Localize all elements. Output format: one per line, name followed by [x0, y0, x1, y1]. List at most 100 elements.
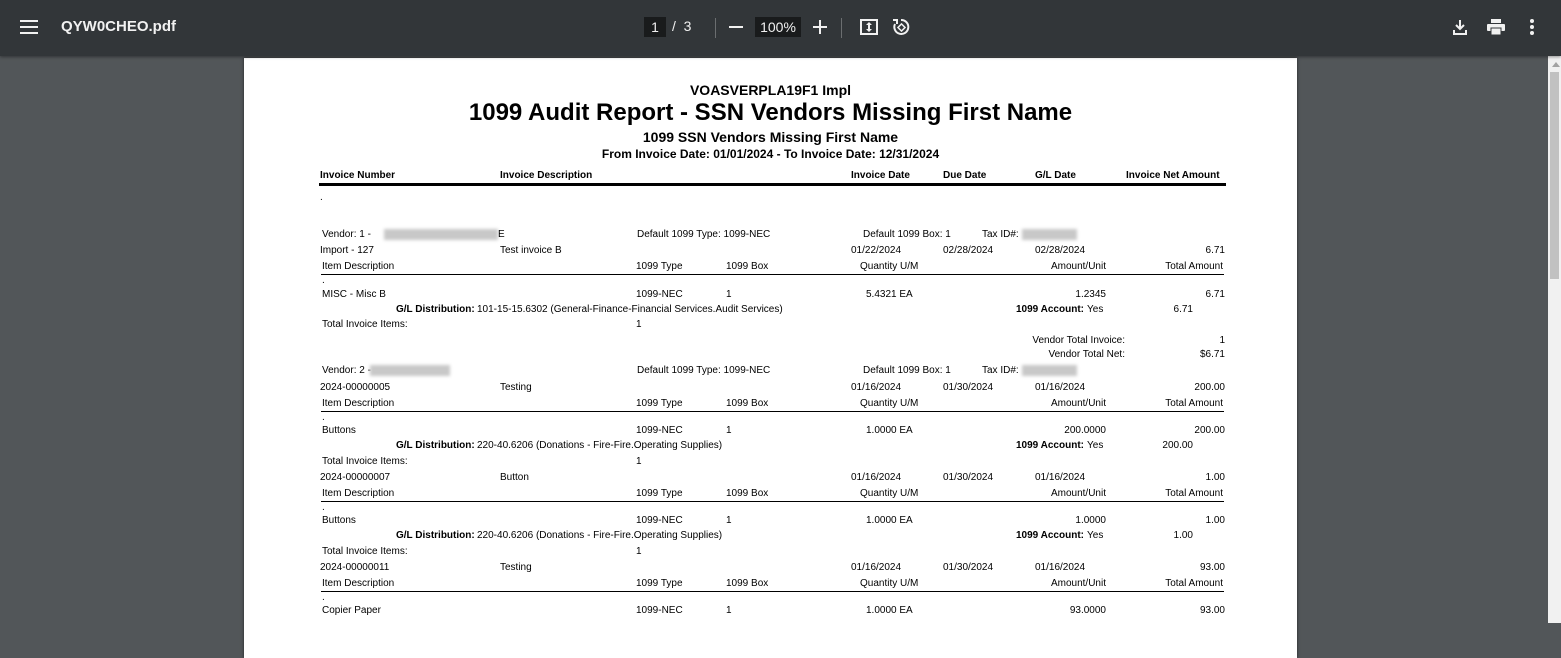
- dot-marker: .: [322, 275, 325, 286]
- col-invoice-date: Invoice Date: [851, 170, 910, 181]
- due-date: 01/30/2024: [943, 562, 994, 573]
- tax-id-label: Tax ID#:: [982, 229, 1019, 240]
- tax-id-label: Tax ID#:: [982, 365, 1019, 376]
- page-number-input[interactable]: 1: [644, 17, 666, 37]
- item-description: Buttons: [322, 515, 356, 526]
- toolbar-divider: [715, 18, 716, 38]
- header-rule: [319, 183, 1226, 186]
- item-total: 200.00: [1194, 425, 1225, 436]
- total-items-label: Total Invoice Items:: [322, 456, 408, 467]
- item-col-type: 1099 Type: [636, 398, 683, 409]
- item-col-amount-unit: Amount/Unit: [1050, 578, 1106, 589]
- zoom-in-button[interactable]: [806, 13, 834, 41]
- item-description: MISC - Misc B: [322, 289, 386, 300]
- more-options-icon[interactable]: [1518, 13, 1546, 41]
- item-col-description: Item Description: [322, 488, 395, 499]
- default-1099-type: Default 1099 Type: 1099-NEC: [637, 365, 771, 376]
- gl-date: 02/28/2024: [1035, 245, 1086, 256]
- due-date: 01/30/2024: [943, 382, 994, 393]
- item-quantity: 1.0000 EA: [866, 605, 913, 616]
- item-quantity: 5.4321 EA: [866, 289, 913, 300]
- report-title: 1099 Audit Report - SSN Vendors Missing …: [468, 99, 1073, 126]
- item-col-type: 1099 Type: [636, 488, 683, 499]
- document-title: QYW0CHEO.pdf: [61, 18, 176, 35]
- item-total: 1.00: [1205, 515, 1225, 526]
- dot-marker: .: [322, 412, 325, 423]
- dot-marker: .: [322, 592, 325, 603]
- zoom-out-button[interactable]: [722, 13, 750, 41]
- default-1099-box: Default 1099 Box: 1: [863, 229, 951, 240]
- invoice-date: 01/16/2024: [851, 562, 902, 573]
- item-col-quantity: Quantity U/M: [860, 578, 919, 589]
- item-description: Buttons: [322, 425, 356, 436]
- gl-date: 01/16/2024: [1035, 472, 1086, 483]
- account-1099-value: Yes: [1087, 440, 1104, 451]
- account-1099-amount: 6.71: [1173, 304, 1193, 315]
- item-box: 1: [726, 515, 732, 526]
- item-col-box: 1099 Box: [726, 261, 769, 272]
- item-rule: [321, 591, 1224, 592]
- item-col-amount-unit: Amount/Unit: [1050, 261, 1106, 272]
- item-col-total: Total Amount: [1165, 578, 1223, 589]
- item-col-box: 1099 Box: [726, 578, 769, 589]
- item-col-amount-unit: Amount/Unit: [1050, 488, 1106, 499]
- vendor-total-invoice-label: Vendor Total Invoice:: [1032, 335, 1125, 346]
- item-total: 93.00: [1199, 605, 1225, 616]
- scrollbar-thumb[interactable]: [1550, 72, 1559, 279]
- item-quantity: 1.0000 EA: [866, 515, 913, 526]
- total-items-value: 1: [636, 456, 642, 467]
- total-items-value: 1: [636, 546, 642, 557]
- gl-distribution-label: G/L Distribution:: [396, 304, 475, 315]
- item-col-box: 1099 Box: [726, 398, 769, 409]
- invoice-date: 01/22/2024: [851, 245, 902, 256]
- item-col-box: 1099 Box: [726, 488, 769, 499]
- zoom-input[interactable]: 100%: [755, 17, 801, 37]
- item-amount-unit: 1.2345: [1075, 289, 1106, 300]
- gl-distribution-label: G/L Distribution:: [396, 530, 475, 541]
- invoice-number: 2024-00000007: [320, 472, 391, 483]
- item-col-total: Total Amount: [1165, 488, 1223, 499]
- account-1099-label: 1099 Account:: [1016, 440, 1084, 451]
- download-button[interactable]: [1446, 13, 1474, 41]
- due-date: 02/28/2024: [943, 245, 994, 256]
- dot-marker: .: [320, 192, 323, 203]
- vendor-total-net-value: $6.71: [1199, 349, 1225, 360]
- item-type: 1099-NEC: [636, 605, 683, 616]
- print-button[interactable]: [1482, 13, 1510, 41]
- item-rule: [321, 274, 1224, 275]
- item-col-total: Total Amount: [1165, 398, 1223, 409]
- col-gl-date: G/L Date: [1035, 170, 1076, 181]
- item-col-amount-unit: Amount/Unit: [1050, 398, 1106, 409]
- invoice-date: 01/16/2024: [851, 382, 902, 393]
- rotate-button[interactable]: [887, 13, 915, 41]
- invoice-net: 6.71: [1205, 245, 1225, 256]
- account-1099-label: 1099 Account:: [1016, 530, 1084, 541]
- item-description: Copier Paper: [322, 605, 381, 616]
- item-box: 1: [726, 425, 732, 436]
- invoice-description: Button: [500, 472, 529, 483]
- default-1099-type: Default 1099 Type: 1099-NEC: [637, 229, 771, 240]
- item-col-total: Total Amount: [1165, 261, 1223, 272]
- invoice-description: Test invoice B: [500, 245, 562, 256]
- item-amount-unit: 93.0000: [1069, 605, 1106, 616]
- invoice-net: 93.00: [1199, 562, 1225, 573]
- default-1099-box: Default 1099 Box: 1: [863, 365, 951, 376]
- fit-page-button[interactable]: [855, 13, 883, 41]
- pdf-page: VOASVERPLA19F1 Impl 1099 Audit Report - …: [244, 58, 1297, 658]
- item-type: 1099-NEC: [636, 425, 683, 436]
- invoice-number: 2024-00000011: [320, 562, 390, 573]
- redacted-tax-id: [1022, 229, 1077, 240]
- account-1099-value: Yes: [1087, 530, 1104, 541]
- page-count: / 3: [672, 18, 691, 34]
- gl-distribution-value: 220-40.6206 (Donations - Fire-Fire.Opera…: [477, 440, 723, 451]
- col-due-date: Due Date: [943, 170, 987, 181]
- vendor-name-tail: E: [498, 229, 505, 240]
- invoice-number: Import - 127: [320, 245, 374, 256]
- toolbar-divider: [841, 18, 842, 38]
- menu-icon[interactable]: [14, 12, 44, 42]
- scroll-up-arrow-icon[interactable]: [1552, 62, 1560, 67]
- page-separator: /: [672, 18, 676, 34]
- gl-distribution-label: G/L Distribution:: [396, 440, 475, 451]
- account-1099-label: 1099 Account:: [1016, 304, 1084, 315]
- invoice-description: Testing: [500, 382, 532, 393]
